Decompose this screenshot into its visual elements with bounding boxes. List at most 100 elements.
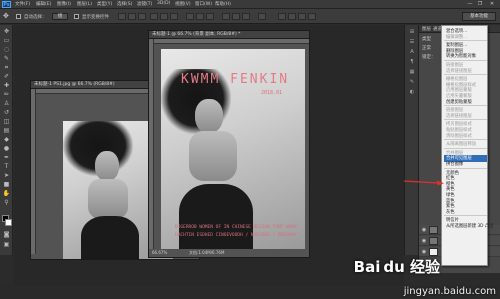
blur-tool-icon[interactable]: ◆ (2, 136, 11, 144)
toolbox: ✥ ▭ ◌ ✎ ⌗ ✐ ✚ ✏ ♙ ↺ ◫ ▤ ◆ ● ✒ T ➤ ■ ✋ ⚲ … (0, 25, 13, 255)
layer-thumbnail (429, 248, 438, 256)
align-left-icon[interactable] (150, 13, 158, 20)
menu-edit[interactable]: 编辑(E) (36, 1, 51, 7)
transform-checkbox[interactable] (74, 14, 79, 19)
poster-dress-shape (179, 184, 253, 249)
layer-context-menu: 混合选项... 编辑调整... 复制图层... 删除图层 转换为智能对象 链接图层 选择链接… (441, 25, 493, 266)
dodge-tool-icon[interactable]: ● (2, 145, 11, 153)
brush-panel-icon[interactable]: ✎ (408, 79, 416, 86)
hand-tool-icon[interactable]: ✋ (2, 190, 11, 198)
align-bottom-icon[interactable] (138, 13, 146, 20)
menu-image[interactable]: 图像(I) (57, 1, 71, 7)
gradient-tool-icon[interactable]: ▤ (2, 127, 11, 135)
background-color-swatch[interactable] (5, 219, 12, 226)
vertical-ruler (31, 89, 36, 254)
minimize-icon[interactable]: — (466, 1, 474, 7)
layer-thumbnail (429, 226, 438, 234)
close-icon[interactable]: ✕ (488, 1, 496, 7)
menu-bar: Ps 文件(F) 编辑(E) 图像(I) 图层(L) 类型(Y) 选择(S) 滤… (0, 0, 500, 9)
layer-kind-filter[interactable]: 类型 (422, 36, 431, 42)
poster-text-line1: DIGERROB WOMEN OF IN CHINESE DESIGN TONT… (175, 225, 297, 230)
quick-select-tool-icon[interactable]: ✎ (2, 55, 11, 63)
menu-filter[interactable]: 滤镜(T) (137, 1, 152, 7)
menu-select[interactable]: 选择(S) (117, 1, 132, 7)
workspace-dropdown[interactable]: 基本功能 (462, 12, 496, 21)
type-tool-icon[interactable]: T (2, 163, 11, 171)
stamp-tool-icon[interactable]: ♙ (2, 100, 11, 108)
menu-file[interactable]: 文件(F) (15, 1, 30, 7)
character-panel-icon[interactable]: A (408, 49, 416, 56)
menu-view[interactable]: 视图(V) (175, 1, 191, 7)
watermark-url: jingyan.baidu.com (403, 286, 496, 297)
eye-icon[interactable]: ◉ (421, 238, 427, 244)
menu-separator (444, 167, 487, 169)
menu-help[interactable]: 帮助(H) (215, 1, 231, 7)
align-middle-icon[interactable] (128, 13, 136, 20)
eye-icon[interactable]: ◉ (421, 227, 427, 233)
zoom-tool-icon[interactable]: ⚲ (2, 199, 11, 207)
eyedropper-tool-icon[interactable]: ✐ (2, 73, 11, 81)
lasso-tool-icon[interactable]: ◌ (2, 46, 11, 54)
poster-year: 2018.01 (261, 90, 283, 96)
distribute-center-icon[interactable] (232, 13, 240, 20)
distribute-middle-icon[interactable] (196, 13, 204, 20)
screen-mode-icon[interactable]: ▣ (2, 241, 11, 249)
poster-shoulder-shape (189, 131, 237, 181)
menu-separator (444, 119, 487, 121)
path-select-tool-icon[interactable]: ➤ (2, 172, 11, 180)
horizontal-ruler (154, 39, 309, 44)
adjustments-panel-icon[interactable]: ◐ (408, 89, 416, 96)
menu-type[interactable]: 类型(Y) (97, 1, 112, 7)
menu-separator (444, 40, 487, 42)
document-window-front[interactable]: 未标题-1 @ 66.7% (背景 副本, RGB/8#) * KWMM FEN… (148, 30, 310, 258)
blend-mode-select[interactable]: 正常 (422, 45, 431, 51)
panel-dock-strip: ⊞ ☰ A ¶ ▦ ✎ ◐ (404, 25, 418, 255)
tab-layers[interactable]: 图层 (422, 26, 431, 32)
paragraph-panel-icon[interactable]: ¶ (408, 59, 416, 66)
poster-canvas: KWMM FENKIN 2018.01 DIGERROB WOMEN OF IN… (161, 49, 305, 249)
poster-text-line2: HACHTIN ESDHED CINOEVOODH / NAEHIDS / RR… (175, 233, 297, 238)
healing-tool-icon[interactable]: ✚ (2, 82, 11, 90)
3d-rotate-icon[interactable] (288, 13, 296, 20)
lock-label: 锁定： (422, 55, 436, 60)
marquee-tool-icon[interactable]: ▭ (2, 37, 11, 45)
menu-3d[interactable]: 3D(D) (157, 1, 170, 6)
context-menu-item[interactable]: 从所选图层新建 3D 凸出 (444, 223, 493, 230)
distribute-left-icon[interactable] (222, 13, 230, 20)
eye-icon[interactable]: ◉ (421, 249, 427, 255)
3d-mode-icon[interactable] (278, 13, 286, 20)
brush-tool-icon[interactable]: ✏ (2, 91, 11, 99)
zoom-readout: 66.67% (152, 250, 168, 255)
move-tool-icon[interactable]: ✥ (2, 28, 11, 36)
history-brush-tool-icon[interactable]: ↺ (2, 109, 11, 117)
3d-pan-icon[interactable] (308, 13, 316, 20)
eraser-tool-icon[interactable]: ◫ (2, 118, 11, 126)
poster-face-shape (195, 99, 223, 133)
properties-panel-icon[interactable]: ☰ (408, 39, 416, 46)
pen-tool-icon[interactable]: ✒ (2, 154, 11, 162)
photoshop-logo: Ps (2, 1, 11, 8)
quick-mask-icon[interactable]: ◙ (2, 231, 11, 239)
shape-tool-icon[interactable]: ■ (2, 181, 11, 189)
align-center-icon[interactable] (160, 13, 168, 20)
3d-roll-icon[interactable] (298, 13, 306, 20)
auto-select-label: 自动选择： (24, 15, 47, 20)
auto-select-checkbox[interactable] (16, 14, 21, 19)
document-tab-front[interactable]: 未标题-1 @ 66.7% (背景 副本, RGB/8#) * (149, 31, 309, 39)
menu-layer[interactable]: 图层(L) (77, 1, 92, 7)
vertical-ruler (149, 39, 154, 249)
crop-tool-icon[interactable]: ⌗ (2, 64, 11, 72)
distribute-top-icon[interactable] (186, 13, 194, 20)
distribute-right-icon[interactable] (242, 13, 250, 20)
auto-align-icon[interactable] (258, 13, 266, 20)
history-panel-icon[interactable]: ⊞ (408, 29, 416, 36)
swatches-panel-icon[interactable]: ▦ (408, 69, 416, 76)
align-right-icon[interactable] (170, 13, 178, 20)
menu-separator (444, 60, 487, 61)
maximize-icon[interactable]: ❐ (476, 1, 484, 7)
photo-face-shape (95, 151, 119, 181)
layer-select-dropdown[interactable]: 组 (52, 13, 68, 20)
distribute-bottom-icon[interactable] (206, 13, 214, 20)
align-top-icon[interactable] (118, 13, 126, 20)
menu-window[interactable]: 窗口(W) (195, 1, 212, 7)
